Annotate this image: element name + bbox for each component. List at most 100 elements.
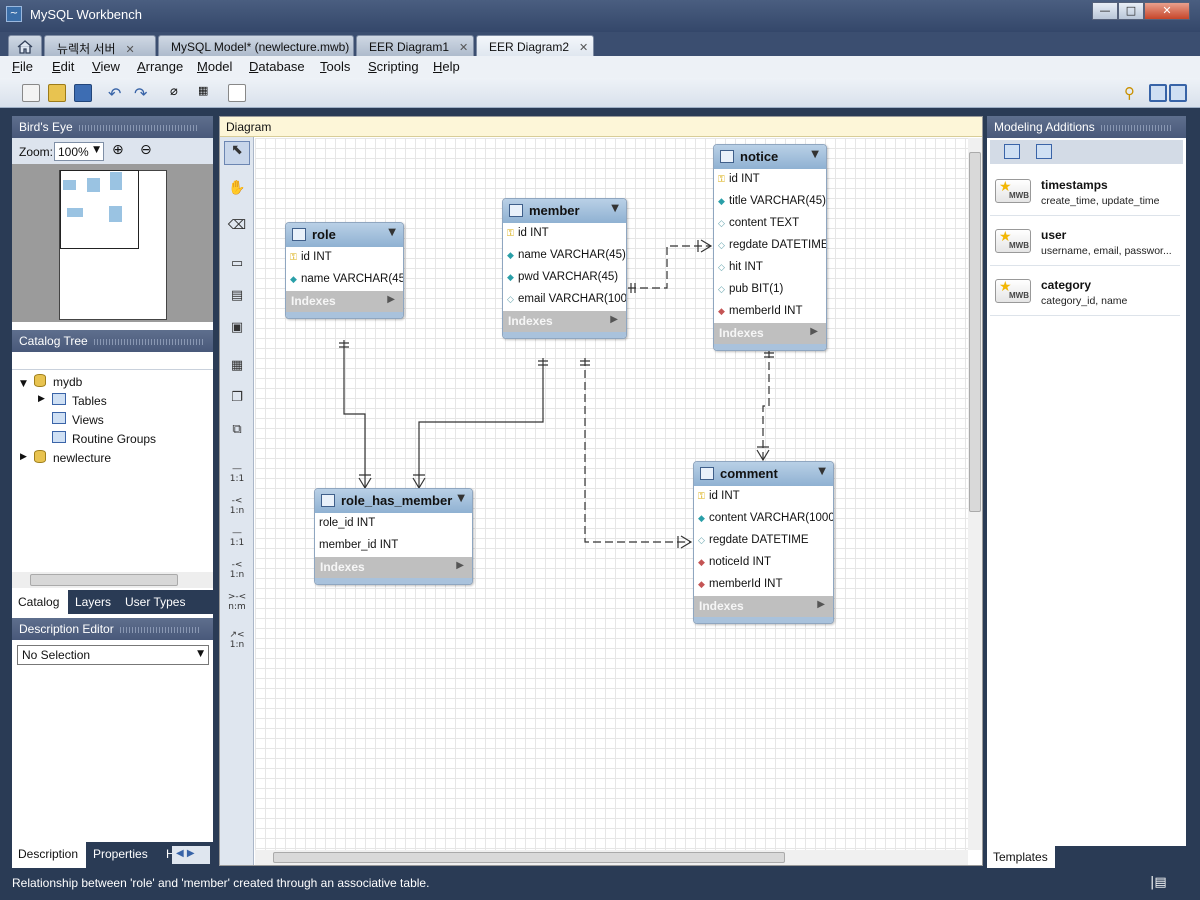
table-member[interactable]: member ▼ ⚿ id INT ◆ name VARCHAR(45) ◆ pwd V… bbox=[502, 198, 627, 339]
indexes-section[interactable]: Indexes ▶ bbox=[714, 323, 826, 344]
minimize-button[interactable]: — bbox=[1092, 2, 1118, 20]
column-row[interactable]: ◇ regdate DATETIME bbox=[694, 530, 833, 552]
diagram-canvas[interactable]: role ▼ ⚿ id INT ◆ name VARCHAR(45) Indexes ▶… bbox=[255, 138, 968, 850]
menu-database[interactable]: Database bbox=[249, 59, 305, 74]
table-header[interactable]: member ▼ bbox=[503, 199, 626, 223]
template-timestamps[interactable]: ★ MWB timestamps create_time, update_time bbox=[990, 168, 1180, 216]
description-select[interactable]: No Selection ▼ bbox=[17, 645, 209, 665]
tree-expander-icon[interactable]: ▼ bbox=[20, 375, 27, 389]
align-grid-icon[interactable]: ▦ bbox=[198, 84, 216, 102]
relationship-member-role-has-member[interactable] bbox=[418, 358, 544, 488]
toggle-sidebar-icon[interactable] bbox=[1149, 84, 1167, 102]
tree-item-routine-groups[interactable]: Routine Groups bbox=[72, 432, 156, 446]
relation-1-n-tool[interactable]: -< 1:n bbox=[224, 559, 250, 583]
column-row[interactable]: ◆ memberId INT bbox=[694, 574, 833, 596]
column-row[interactable]: ◆ pwd VARCHAR(45) bbox=[503, 267, 626, 289]
table-header[interactable]: notice ▼ bbox=[714, 145, 826, 169]
column-row[interactable]: ⚿ id INT bbox=[503, 223, 626, 245]
indexes-section[interactable]: Indexes ▶ bbox=[286, 291, 403, 312]
relation-1-n-existing-tool[interactable]: ↗< 1:n bbox=[224, 629, 250, 653]
tab-templates[interactable]: Templates bbox=[987, 846, 1055, 868]
relationship-member-notice[interactable] bbox=[628, 245, 711, 289]
schema-mydb[interactable]: mydb bbox=[53, 375, 82, 389]
tab-layers[interactable]: Layers bbox=[69, 590, 117, 614]
column-row[interactable]: ◇ pub BIT(1) bbox=[714, 279, 826, 301]
tab-user-types[interactable]: User Types bbox=[119, 590, 191, 614]
menu-model[interactable]: Model bbox=[197, 59, 232, 74]
undo-icon[interactable]: ↶ bbox=[108, 84, 126, 103]
column-row[interactable]: role_id INT bbox=[315, 513, 472, 535]
tree-item-views[interactable]: Views bbox=[72, 413, 104, 427]
scroll-thumb[interactable] bbox=[969, 152, 981, 512]
menu-scripting[interactable]: Scripting bbox=[368, 59, 419, 74]
column-row[interactable]: ◆ content VARCHAR(1000) bbox=[694, 508, 833, 530]
close-tab-icon[interactable]: ✕ bbox=[459, 42, 468, 54]
relation-1-1-identifying-tool[interactable]: ― 1:1 bbox=[224, 463, 250, 487]
indexes-section[interactable]: Indexes ▶ bbox=[503, 311, 626, 332]
zoom-in-icon[interactable]: ⊕ bbox=[112, 142, 124, 158]
menu-edit[interactable]: Edit bbox=[52, 59, 74, 74]
indexes-section[interactable]: Indexes ▶ bbox=[315, 557, 472, 578]
menu-file[interactable]: File bbox=[12, 59, 33, 74]
birds-eye-minimap[interactable] bbox=[12, 164, 213, 322]
pointer-tool-icon[interactable]: ⬉ bbox=[224, 141, 250, 165]
collapse-arrow-icon[interactable]: ▼ bbox=[811, 149, 819, 160]
table-role[interactable]: role ▼ ⚿ id INT ◆ name VARCHAR(45) Indexes ▶ bbox=[285, 222, 404, 319]
relationship-notice-comment[interactable] bbox=[762, 350, 770, 460]
menu-view[interactable]: View bbox=[92, 59, 120, 74]
tree-expander-icon[interactable]: ▶ bbox=[20, 452, 27, 462]
menu-arrange[interactable]: Arrange bbox=[137, 59, 183, 74]
catalog-hscroll[interactable] bbox=[12, 572, 213, 588]
status-output-icon[interactable]: |▤ bbox=[1150, 875, 1167, 890]
layer-tool-icon[interactable]: ▭ bbox=[224, 255, 250, 279]
toggle-secondary-sidebar-icon[interactable] bbox=[1169, 84, 1187, 102]
relationship-member-comment[interactable] bbox=[584, 358, 691, 543]
relation-1-n-identifying-tool[interactable]: -< 1:n bbox=[224, 495, 250, 519]
table-comment[interactable]: comment ▼ ⚿ id INT ◆ content VARCHAR(1000) … bbox=[693, 461, 834, 624]
column-row[interactable]: ◆ name VARCHAR(45) bbox=[503, 245, 626, 267]
column-row[interactable]: ◇ regdate DATETIME bbox=[714, 235, 826, 257]
tab-home[interactable] bbox=[8, 35, 42, 56]
search-icon[interactable]: ⚲ bbox=[1124, 84, 1142, 102]
table-header[interactable]: role ▼ bbox=[286, 223, 403, 247]
toggle-grid-icon[interactable]: ⌀ bbox=[170, 84, 188, 102]
column-row[interactable]: ◆ title VARCHAR(45) bbox=[714, 191, 826, 213]
table-notice[interactable]: notice ▼ ⚿ id INT ◆ title VARCHAR(45) ◇ cont… bbox=[713, 144, 827, 351]
tab-model[interactable]: MySQL Model* (newlecture.mwb)✕ bbox=[158, 35, 369, 56]
tab-scroll-arrows-icon[interactable]: ◀ ▶ bbox=[172, 846, 210, 864]
tab-properties[interactable]: Properties bbox=[87, 842, 154, 866]
template-category[interactable]: ★ MWB category category_id, name bbox=[990, 268, 1180, 316]
column-row[interactable]: member_id INT bbox=[315, 535, 472, 557]
eraser-tool-icon[interactable]: ⌫ bbox=[224, 217, 250, 241]
table-header[interactable]: comment ▼ bbox=[694, 462, 833, 486]
column-row[interactable]: ◆ name VARCHAR(45) bbox=[286, 269, 403, 291]
column-row[interactable]: ⚿ id INT bbox=[714, 169, 826, 191]
collapse-arrow-icon[interactable]: ▼ bbox=[388, 227, 396, 238]
column-row[interactable]: ◆ memberId INT bbox=[714, 301, 826, 323]
image-tool-icon[interactable]: ▣ bbox=[224, 319, 250, 343]
relationship-role-role-has-member[interactable] bbox=[343, 340, 366, 488]
table-header[interactable]: role_has_member ▼ bbox=[315, 489, 472, 513]
scroll-thumb[interactable] bbox=[30, 574, 178, 586]
menu-help[interactable]: Help bbox=[433, 59, 460, 74]
edit-templates-icon[interactable] bbox=[1004, 144, 1020, 159]
column-row[interactable]: ◇ email VARCHAR(100) bbox=[503, 289, 626, 311]
indexes-section[interactable]: Indexes ▶ bbox=[694, 596, 833, 617]
tree-expander-icon[interactable]: ▶ bbox=[38, 394, 45, 404]
relation-1-1-tool[interactable]: ― 1:1 bbox=[224, 527, 250, 551]
maximize-button[interactable]: □ bbox=[1118, 2, 1144, 20]
collapse-arrow-icon[interactable]: ▼ bbox=[611, 203, 619, 214]
tab-catalog[interactable]: Catalog bbox=[12, 590, 68, 614]
tab-eer-diagram1[interactable]: EER Diagram1 ✕ bbox=[356, 35, 474, 56]
tab-server[interactable]: 뉴렉처 서버 ✕ bbox=[44, 35, 156, 56]
template-user[interactable]: ★ MWB user username, email, passwor... bbox=[990, 218, 1180, 266]
diagram-vscroll[interactable] bbox=[968, 138, 982, 850]
tab-description[interactable]: Description bbox=[12, 842, 86, 868]
catalog-filter[interactable] bbox=[12, 352, 213, 370]
hand-tool-icon[interactable]: ✋ bbox=[224, 179, 250, 203]
view-tool-icon[interactable]: ❐ bbox=[224, 389, 250, 413]
collapse-arrow-icon[interactable]: ▼ bbox=[818, 466, 826, 477]
new-model-icon[interactable] bbox=[22, 84, 40, 102]
column-row[interactable]: ⚿ id INT bbox=[694, 486, 833, 508]
close-tab-icon[interactable]: ✕ bbox=[579, 42, 588, 54]
